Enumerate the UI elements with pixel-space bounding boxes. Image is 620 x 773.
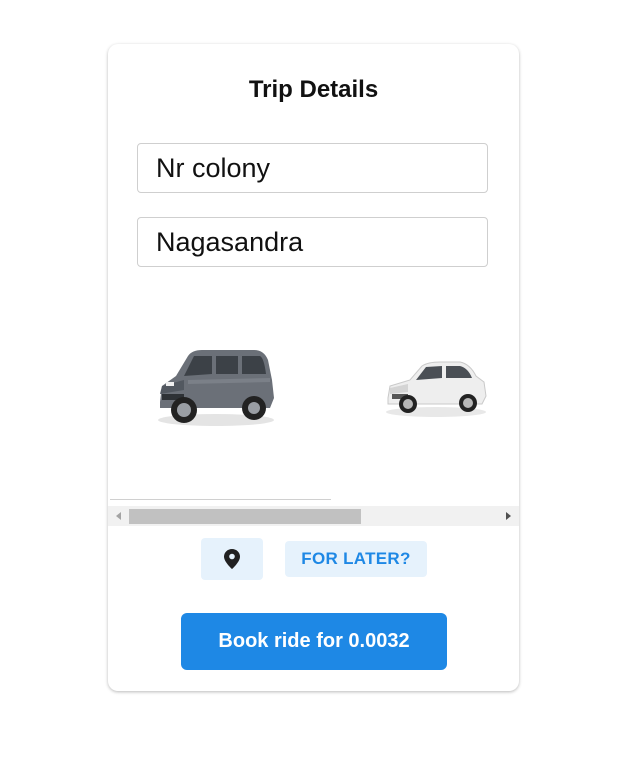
trip-details-card: Trip Details Nr colony Nagasandra FOR LA… bbox=[108, 44, 519, 691]
vehicle-carousel[interactable] bbox=[108, 306, 519, 506]
carousel-divider bbox=[110, 499, 331, 500]
suv-image[interactable] bbox=[154, 346, 278, 428]
scroll-left-arrow-icon[interactable] bbox=[116, 512, 121, 520]
pickup-input[interactable] bbox=[137, 143, 488, 193]
for-later-button[interactable]: FOR LATER? bbox=[285, 541, 427, 577]
sedan-image[interactable] bbox=[384, 358, 488, 418]
book-ride-button[interactable]: Book ride for 0.0032 bbox=[181, 613, 447, 670]
scroll-right-arrow-icon[interactable] bbox=[506, 512, 511, 520]
horizontal-scrollbar[interactable] bbox=[108, 506, 519, 526]
drop-input[interactable] bbox=[137, 217, 488, 267]
scrollbar-thumb[interactable] bbox=[129, 509, 361, 524]
page-title: Trip Details bbox=[248, 76, 379, 103]
location-pin-icon bbox=[224, 549, 240, 569]
current-location-button[interactable] bbox=[201, 538, 263, 580]
